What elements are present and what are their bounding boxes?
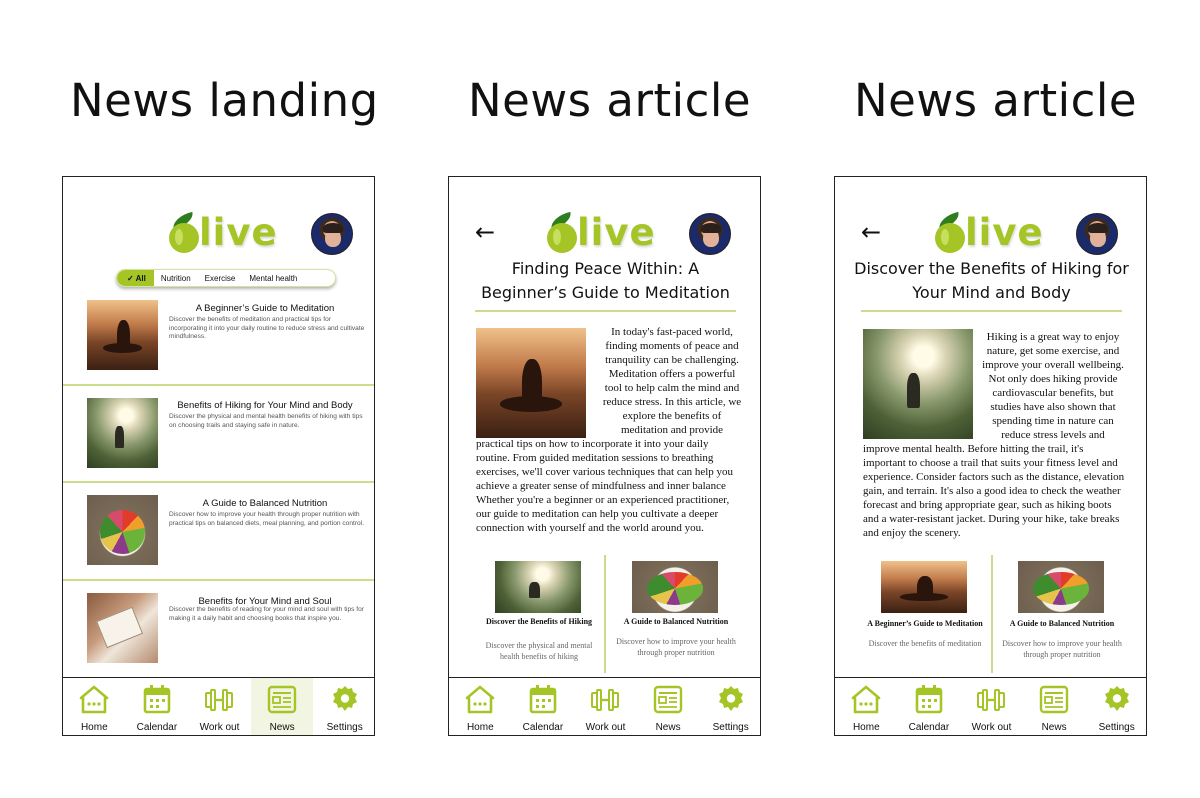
article-text-line: Hiking is a great way to enjoy: [986, 331, 1120, 343]
news-icon: [652, 684, 684, 714]
category-filter: ✓ All Nutrition Exercise Mental health: [116, 269, 336, 287]
avatar[interactable]: [689, 213, 731, 255]
logo-text: live: [577, 211, 656, 254]
gear-icon: [715, 684, 747, 714]
olive-logo: live: [169, 211, 289, 255]
news-item-desc: Discover the physical and mental health …: [169, 413, 363, 429]
bottom-nav: Home Calendar Work out News Settings: [835, 677, 1146, 735]
news-icon: [1038, 684, 1070, 714]
home-icon: [464, 684, 496, 714]
nutrition-image: [1018, 561, 1104, 613]
phone-news-landing: live ✓ All Nutrition Exercise Mental hea…: [62, 176, 375, 736]
olive-logo: live: [547, 211, 667, 255]
home-icon: [850, 684, 882, 714]
filter-all[interactable]: ✓ All: [117, 270, 154, 286]
bottom-nav: Home Calendar Work out News Settings: [63, 677, 374, 735]
nav-workout[interactable]: Work out: [574, 678, 637, 735]
nav-calendar[interactable]: Calendar: [512, 678, 575, 735]
dumbbell-icon: [203, 684, 235, 714]
logo-text: live: [965, 211, 1044, 254]
divider: [63, 481, 374, 483]
article-text-line: studies have also shown that: [990, 401, 1116, 413]
dumbbell-icon: [589, 684, 621, 714]
divider: [63, 384, 374, 386]
article-text-line: improve your overall wellbeing.: [982, 359, 1124, 371]
hiking-image: [863, 329, 973, 439]
news-item-title: Benefits of Hiking for Your Mind and Bod…: [177, 400, 353, 411]
article-text-line: cardiovascular benefits, but: [992, 387, 1114, 399]
meditation-image: [476, 328, 586, 438]
title-divider: [861, 310, 1122, 312]
article-text-line: In today's fast-paced world,: [611, 326, 733, 338]
dumbbell-icon: [975, 684, 1007, 714]
back-arrow-icon[interactable]: ←: [861, 220, 883, 244]
nav-news[interactable]: News: [1023, 678, 1086, 735]
meditation-image: [881, 561, 967, 613]
calendar-icon: [527, 684, 559, 714]
divider: [63, 579, 374, 581]
heading-news-article-2: News article: [854, 74, 1138, 127]
hiking-image: [495, 561, 581, 613]
news-item-desc: Discover the benefits of meditation and …: [169, 316, 365, 341]
article-text-line: tranquility can be challenging.: [605, 354, 739, 366]
article-text-line: reduce stress. In this article, we: [602, 396, 742, 408]
gear-icon: [329, 684, 361, 714]
article-text-line: reduce stress levels and: [1001, 429, 1105, 441]
home-icon: [78, 684, 110, 714]
article-body: practical tips on how to incorporate it …: [476, 438, 734, 534]
nav-settings[interactable]: Settings: [699, 678, 760, 735]
article-title: Finding Peace Within: A Beginner’s Guide…: [481, 259, 730, 302]
phone-news-article-meditation: ← live Finding Peace Within: A Beginner’…: [448, 176, 761, 736]
calendar-icon: [913, 684, 945, 714]
article-title: Discover the Benefits of Hiking for Your…: [854, 259, 1129, 302]
avatar[interactable]: [311, 213, 353, 255]
article-text-line: explore the benefits of: [622, 410, 722, 422]
filter-nutrition[interactable]: Nutrition: [154, 270, 198, 286]
article-body: improve mental health. Before hitting th…: [863, 443, 1125, 539]
article-text-line: nature, get some exercise, and: [986, 345, 1120, 357]
nav-calendar[interactable]: Calendar: [898, 678, 961, 735]
nav-workout[interactable]: Work out: [960, 678, 1023, 735]
logo-text: live: [199, 211, 278, 254]
nav-news[interactable]: News: [637, 678, 700, 735]
meditation-image: [87, 300, 158, 370]
calendar-icon: [141, 684, 173, 714]
hiking-image: [87, 398, 158, 468]
nav-settings[interactable]: Settings: [313, 678, 374, 735]
nav-settings[interactable]: Settings: [1085, 678, 1146, 735]
news-item-title: A Guide to Balanced Nutrition: [202, 498, 328, 509]
back-arrow-icon[interactable]: ←: [475, 220, 497, 244]
filter-exercise[interactable]: Exercise: [198, 270, 243, 286]
related-divider: [604, 555, 606, 673]
article-text-line: tool to help calm the mind and: [604, 382, 740, 394]
heading-news-landing: News landing: [70, 74, 379, 127]
news-item-desc: Discover the benefits of reading for you…: [169, 606, 364, 622]
nav-news[interactable]: News: [250, 678, 314, 735]
nutrition-image: [87, 495, 158, 565]
nav-home[interactable]: Home: [449, 678, 512, 735]
gear-icon: [1101, 684, 1133, 714]
nav-home[interactable]: Home: [63, 678, 126, 735]
reading-image: [87, 593, 158, 663]
article-text-line: spending time in nature can: [992, 415, 1114, 427]
nutrition-image: [632, 561, 718, 613]
news-item-title: A Beginner’s Guide to Meditation: [195, 303, 335, 314]
olive-logo: live: [935, 211, 1055, 255]
article-text-line: meditation and provide: [620, 424, 724, 436]
nav-calendar[interactable]: Calendar: [126, 678, 189, 735]
news-icon: [266, 684, 298, 714]
filter-mental-health[interactable]: Mental health: [242, 270, 304, 286]
title-divider: [475, 310, 736, 312]
article-text-line: Meditation offers a powerful: [608, 368, 736, 380]
phone-news-article-hiking: ← live Discover the Benefits of Hiking f…: [834, 176, 1147, 736]
article-text-line: finding moments of peace and: [605, 340, 739, 352]
article-text-line: Not only does hiking provide: [988, 373, 1118, 385]
nav-workout[interactable]: Work out: [188, 678, 251, 735]
related-divider: [991, 555, 993, 673]
avatar[interactable]: [1076, 213, 1118, 255]
nav-home[interactable]: Home: [835, 678, 898, 735]
heading-news-article-1: News article: [468, 74, 752, 127]
bottom-nav: Home Calendar Work out News Settings: [449, 677, 760, 735]
news-item-desc: Discover how to improve your health thro…: [169, 511, 365, 527]
